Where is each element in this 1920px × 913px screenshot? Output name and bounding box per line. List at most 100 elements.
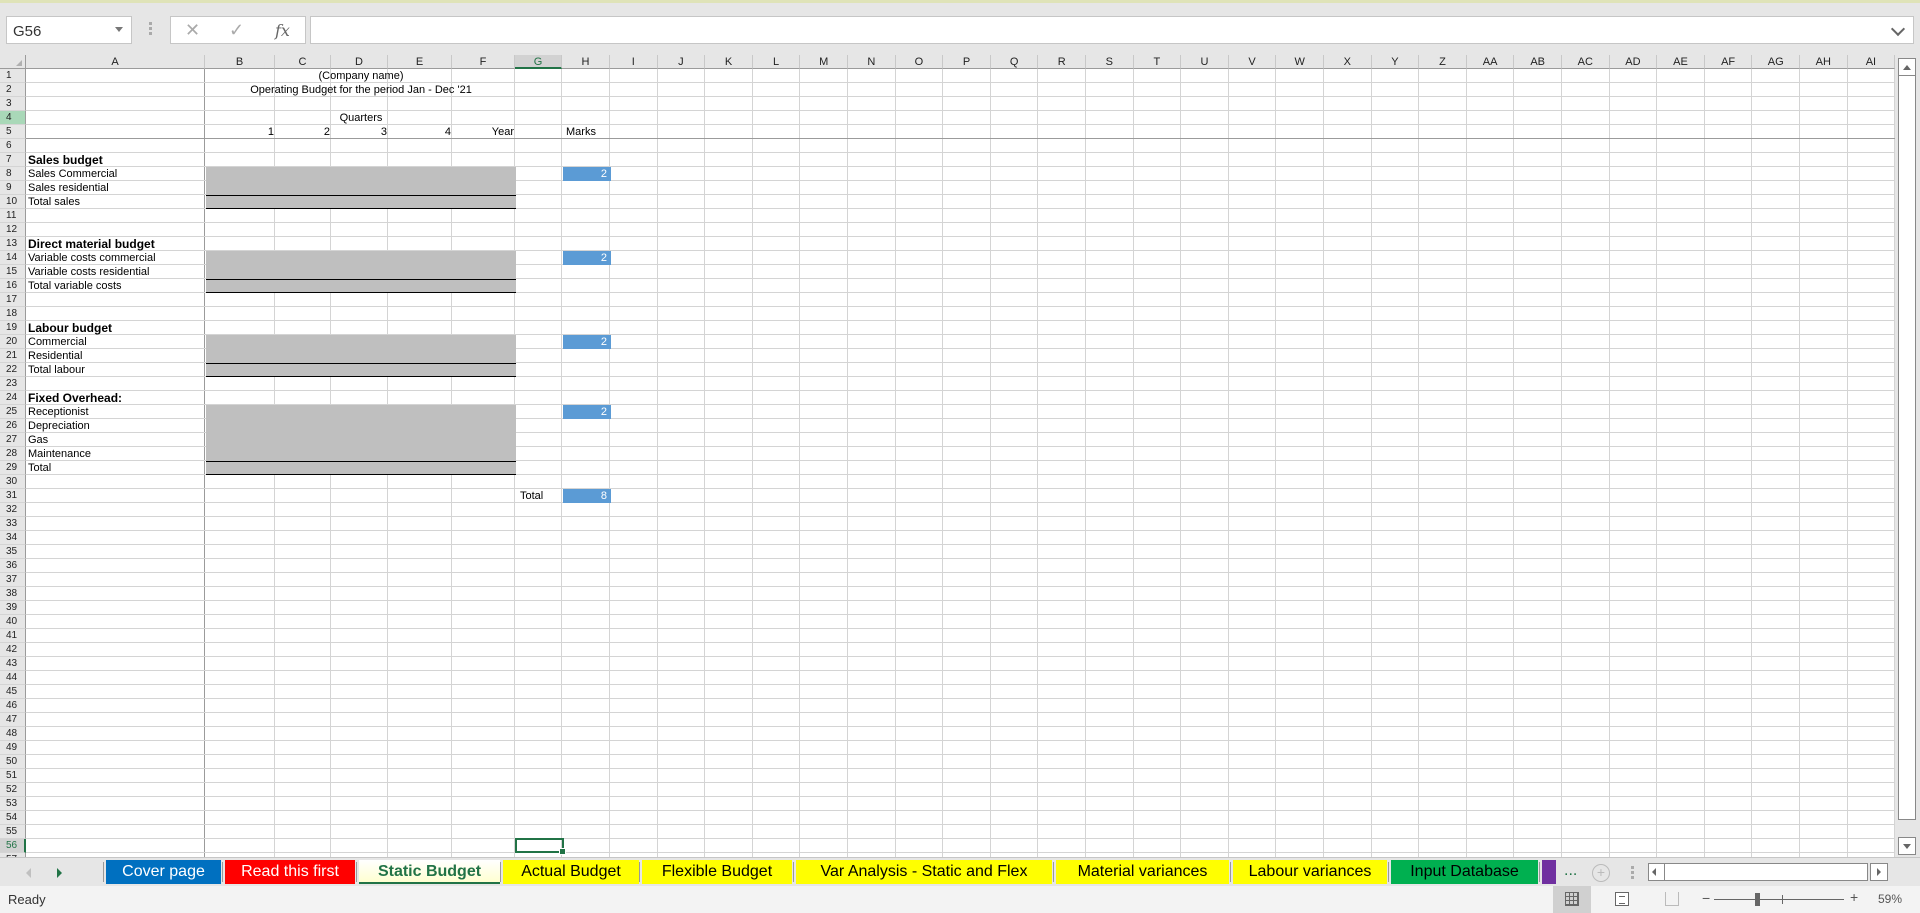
row-header-27[interactable]: 27 xyxy=(0,433,26,447)
column-header-ah[interactable]: AH xyxy=(1800,55,1848,69)
column-header-aa[interactable]: AA xyxy=(1466,55,1515,69)
row-header-20[interactable]: 20 xyxy=(0,335,26,349)
row-header-49[interactable]: 49 xyxy=(0,741,26,755)
column-header-h[interactable]: H xyxy=(562,55,610,69)
row-header-14[interactable]: 14 xyxy=(0,251,26,265)
cancel-icon[interactable]: ✕ xyxy=(185,20,200,41)
row-header-34[interactable]: 34 xyxy=(0,531,26,545)
row-header-1[interactable]: 1 xyxy=(0,69,26,83)
column-header-ag[interactable]: AG xyxy=(1752,55,1800,69)
row-header-35[interactable]: 35 xyxy=(0,545,26,559)
horizontal-scrollbar[interactable] xyxy=(1648,863,1868,881)
row-header-13[interactable]: 13 xyxy=(0,237,26,251)
more-sheets-button[interactable]: ... xyxy=(1564,860,1577,882)
row-header-45[interactable]: 45 xyxy=(0,685,26,699)
column-header-ae[interactable]: AE xyxy=(1657,55,1705,69)
overhead-marks[interactable]: 2 xyxy=(563,405,611,419)
column-header-f[interactable]: F xyxy=(452,55,515,69)
normal-view-button[interactable] xyxy=(1553,886,1591,913)
column-header-j[interactable]: J xyxy=(657,55,706,69)
column-header-l[interactable]: L xyxy=(752,55,801,69)
overhead-input-range[interactable] xyxy=(206,405,516,475)
column-header-ac[interactable]: AC xyxy=(1562,55,1610,69)
chevron-down-icon[interactable] xyxy=(115,27,123,32)
row-header-5[interactable]: 5 xyxy=(0,125,26,139)
horizontal-scroll-thumb[interactable] xyxy=(1664,864,1665,880)
row-header-8[interactable]: 8 xyxy=(0,167,26,181)
sheet-tab-actual-budget[interactable]: Actual Budget xyxy=(503,860,639,884)
total-marks[interactable]: 8 xyxy=(563,489,611,503)
sheet-tab-var-analysis-static-and-flex[interactable]: Var Analysis - Static and Flex xyxy=(796,860,1052,884)
page-layout-button[interactable] xyxy=(1603,886,1641,913)
row-header-29[interactable]: 29 xyxy=(0,461,26,475)
column-header-ai[interactable]: AI xyxy=(1847,55,1895,69)
sheet-tab-input-database[interactable]: Input Database xyxy=(1391,860,1538,884)
row-header-52[interactable]: 52 xyxy=(0,783,26,797)
row-header-12[interactable]: 12 xyxy=(0,223,26,237)
zoom-level[interactable]: 59% xyxy=(1878,892,1902,906)
row-header-40[interactable]: 40 xyxy=(0,615,26,629)
page-break-preview-button[interactable] xyxy=(1653,886,1691,913)
row-header-51[interactable]: 51 xyxy=(0,769,26,783)
scroll-left-icon[interactable] xyxy=(1652,868,1656,876)
row-header-2[interactable]: 2 xyxy=(0,83,26,97)
sheet-tab-material-variances[interactable]: Material variances xyxy=(1056,860,1229,884)
sheet-tab-read-this-first[interactable]: Read this first xyxy=(225,860,355,884)
row-header-11[interactable]: 11 xyxy=(0,209,26,223)
row-header-31[interactable]: 31 xyxy=(0,489,26,503)
worksheet-grid[interactable]: A B C D E F G H I J K L M N O P Q R S T U V W X Y Z AA AB AC AD AE AF AG… xyxy=(0,55,1895,857)
add-sheet-button[interactable]: + xyxy=(1592,864,1610,882)
row-header-21[interactable]: 21 xyxy=(0,349,26,363)
column-header-w[interactable]: W xyxy=(1276,55,1324,69)
sheet-tab-flexible-budget[interactable]: Flexible Budget xyxy=(642,860,792,884)
row-header-24[interactable]: 24 xyxy=(0,391,26,405)
row-header-42[interactable]: 42 xyxy=(0,643,26,657)
row-header-55[interactable]: 55 xyxy=(0,825,26,839)
column-header-s[interactable]: S xyxy=(1086,55,1134,69)
expand-formula-bar-icon[interactable] xyxy=(1890,21,1906,37)
row-header-18[interactable]: 18 xyxy=(0,307,26,321)
sheet-tab-cover-page[interactable]: Cover page xyxy=(106,860,221,884)
row-header-48[interactable]: 48 xyxy=(0,727,26,741)
row-header-56[interactable]: 56 xyxy=(0,839,26,853)
column-header-t[interactable]: T xyxy=(1133,55,1182,69)
column-header-d[interactable]: D xyxy=(331,55,388,69)
row-header-7[interactable]: 7 xyxy=(0,153,26,167)
column-header-ab[interactable]: AB xyxy=(1514,55,1562,69)
column-header-y[interactable]: Y xyxy=(1371,55,1420,69)
column-header-o[interactable]: O xyxy=(895,55,944,69)
row-header-44[interactable]: 44 xyxy=(0,671,26,685)
zoom-out-button[interactable]: − xyxy=(1702,890,1710,906)
enter-icon[interactable]: ✓ xyxy=(229,20,244,41)
row-header-33[interactable]: 33 xyxy=(0,517,26,531)
row-header-36[interactable]: 36 xyxy=(0,559,26,573)
column-header-r[interactable]: R xyxy=(1038,55,1086,69)
column-header-v[interactable]: V xyxy=(1228,55,1277,69)
column-header-ad[interactable]: AD xyxy=(1609,55,1658,69)
row-header-28[interactable]: 28 xyxy=(0,447,26,461)
column-header-p[interactable]: P xyxy=(943,55,991,69)
zoom-in-button[interactable]: + xyxy=(1850,889,1858,905)
row-header-25[interactable]: 25 xyxy=(0,405,26,419)
column-header-q[interactable]: Q xyxy=(990,55,1039,69)
row-header-15[interactable]: 15 xyxy=(0,265,26,279)
column-header-k[interactable]: K xyxy=(705,55,753,69)
row-header-19[interactable]: 19 xyxy=(0,321,26,335)
scroll-down-button[interactable] xyxy=(1898,837,1916,855)
row-header-16[interactable]: 16 xyxy=(0,279,26,293)
scroll-up-button[interactable] xyxy=(1898,58,1916,76)
labour-marks[interactable]: 2 xyxy=(563,335,611,349)
row-header-17[interactable]: 17 xyxy=(0,293,26,307)
prev-sheet-icon[interactable] xyxy=(26,868,31,878)
column-header-x[interactable]: X xyxy=(1324,55,1372,69)
row-header-47[interactable]: 47 xyxy=(0,713,26,727)
column-header-c[interactable]: C xyxy=(275,55,331,69)
row-header-46[interactable]: 46 xyxy=(0,699,26,713)
column-header-z[interactable]: Z xyxy=(1419,55,1467,69)
select-all-button[interactable] xyxy=(0,55,26,69)
row-header-3[interactable]: 3 xyxy=(0,97,26,111)
vertical-scroll-thumb[interactable] xyxy=(1898,75,1916,820)
column-header-af[interactable]: AF xyxy=(1704,55,1753,69)
column-header-b[interactable]: B xyxy=(205,55,275,69)
material-input-range[interactable] xyxy=(206,251,516,293)
